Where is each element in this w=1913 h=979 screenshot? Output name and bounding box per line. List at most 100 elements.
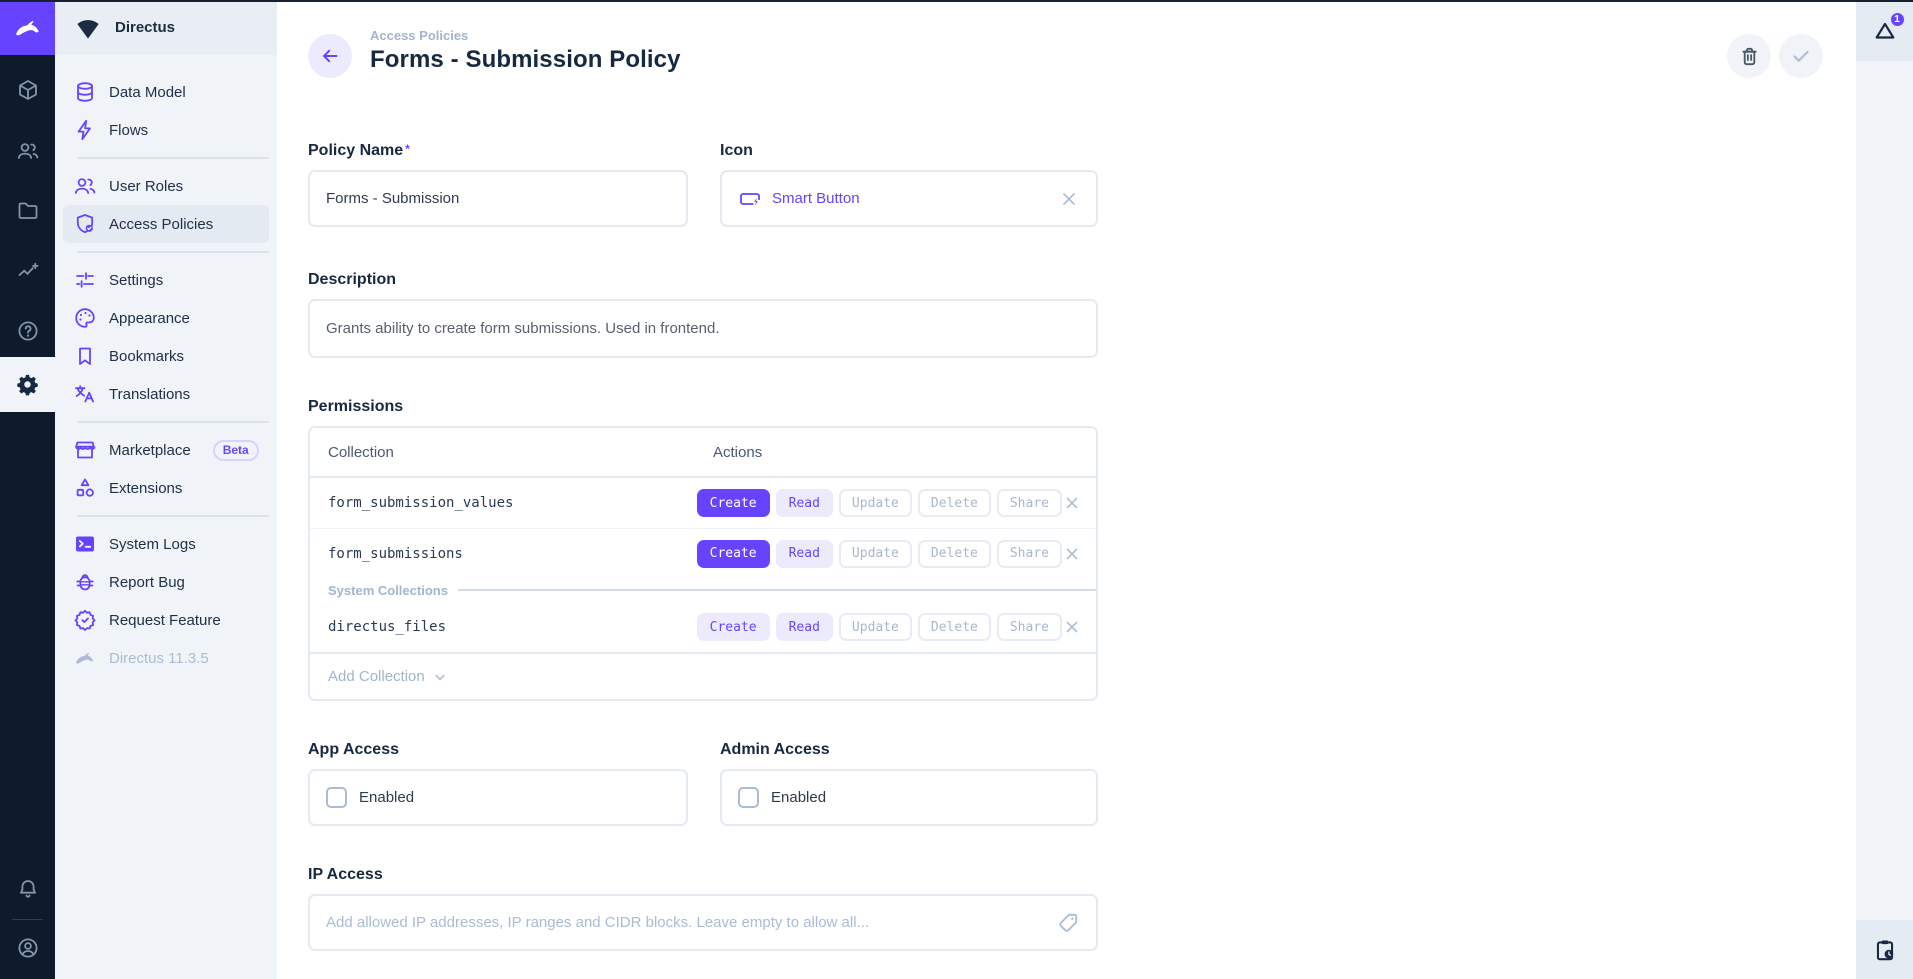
- table-row: form_submissions Create Read Update Dele…: [310, 528, 1096, 578]
- bolt-icon: [73, 118, 97, 142]
- module-account[interactable]: [0, 926, 55, 970]
- chip-share[interactable]: Share: [997, 613, 1062, 641]
- app-access-checkbox[interactable]: [326, 787, 347, 808]
- nav-item-label: Report Bug: [109, 574, 185, 591]
- window-top-edge: [0, 0, 1913, 2]
- chip-create[interactable]: Create: [697, 489, 770, 517]
- chip-update[interactable]: Update: [839, 540, 912, 568]
- chip-share[interactable]: Share: [997, 489, 1062, 517]
- nav-sidebar: Directus Data Model Flows User Roles Acc…: [55, 0, 277, 979]
- chevron-down-icon: [431, 668, 449, 686]
- nav-item-request-feature[interactable]: Request Feature: [63, 601, 269, 639]
- save-button[interactable]: [1779, 34, 1823, 78]
- breadcrumb[interactable]: Access Policies: [370, 28, 681, 43]
- nav-item-marketplace[interactable]: Marketplace Beta: [63, 431, 269, 469]
- chip-delete[interactable]: Delete: [918, 489, 991, 517]
- main-content: Access Policies Forms - Submission Polic…: [277, 0, 1913, 979]
- back-button[interactable]: [308, 34, 352, 78]
- chip-create[interactable]: Create: [697, 613, 770, 641]
- nav-item-extensions[interactable]: Extensions: [63, 469, 269, 507]
- nav-item-flows[interactable]: Flows: [63, 111, 269, 149]
- collection-name: form_submissions: [310, 546, 697, 562]
- nav-item-label: System Logs: [109, 536, 196, 553]
- policy-name-input[interactable]: [326, 190, 670, 207]
- notifications-drawer-button[interactable]: 1: [1856, 0, 1913, 61]
- delete-button[interactable]: [1727, 34, 1771, 78]
- action-chips: Create Read Update Delete Share: [697, 540, 1062, 568]
- nav-divider: [77, 515, 269, 517]
- chip-read[interactable]: Read: [776, 489, 833, 517]
- chip-delete[interactable]: Delete: [918, 540, 991, 568]
- settings-gear-icon: [15, 372, 40, 397]
- policy-name-label: Policy Name*: [308, 142, 688, 160]
- nav-item-label: Bookmarks: [109, 348, 184, 365]
- system-collections-divider: System Collections: [310, 578, 1096, 602]
- ip-access-input[interactable]: [326, 914, 1044, 931]
- ip-access-field: IP Access: [308, 866, 1098, 951]
- chip-create[interactable]: Create: [697, 540, 770, 568]
- collection-name: directus_files: [310, 619, 697, 635]
- activity-sidebar-button[interactable]: [1856, 920, 1913, 979]
- nav-item-system-logs[interactable]: System Logs: [63, 525, 269, 563]
- app-access-field: App Access Enabled: [308, 741, 688, 826]
- project-chooser[interactable]: Directus: [55, 0, 277, 55]
- nav-item-user-roles[interactable]: User Roles: [63, 167, 269, 205]
- extensions-icon: [73, 476, 97, 500]
- chip-share[interactable]: Share: [997, 540, 1062, 568]
- remove-row-icon[interactable]: [1062, 617, 1082, 637]
- nav-item-label: Appearance: [109, 310, 190, 327]
- table-row: form_submission_values Create Read Updat…: [310, 478, 1096, 528]
- right-sidebar: 1: [1856, 0, 1913, 979]
- header-actions: [1727, 34, 1823, 78]
- chip-read[interactable]: Read: [776, 540, 833, 568]
- app-access-toggle[interactable]: Enabled: [308, 769, 688, 826]
- nav-item-settings[interactable]: Settings: [63, 261, 269, 299]
- nav-item-label: Extensions: [109, 480, 182, 497]
- module-help[interactable]: [0, 309, 55, 353]
- admin-access-checkbox[interactable]: [738, 787, 759, 808]
- module-settings-active[interactable]: [0, 357, 55, 412]
- smart-button-icon: [738, 187, 762, 211]
- chip-update[interactable]: Update: [839, 613, 912, 641]
- notification-count-badge: 1: [1889, 11, 1906, 28]
- icon-clear-icon[interactable]: [1058, 188, 1080, 210]
- module-bar: [0, 0, 55, 979]
- divider-line: [458, 589, 1096, 591]
- add-collection-label: Add Collection: [328, 668, 425, 685]
- clipboard-clock-icon: [1872, 937, 1898, 963]
- nav-item-appearance[interactable]: Appearance: [63, 299, 269, 337]
- remove-row-icon[interactable]: [1062, 544, 1082, 564]
- tag-icon[interactable]: [1056, 911, 1080, 935]
- directus-logo-button[interactable]: [0, 0, 55, 55]
- chip-read[interactable]: Read: [776, 613, 833, 641]
- admin-access-toggle[interactable]: Enabled: [720, 769, 1098, 826]
- tune-icon: [73, 268, 97, 292]
- chip-delete[interactable]: Delete: [918, 613, 991, 641]
- nav-item-translations[interactable]: Translations: [63, 375, 269, 413]
- nav-item-label: Translations: [109, 386, 190, 403]
- bug-icon: [73, 570, 97, 594]
- module-users[interactable]: [0, 129, 55, 173]
- admin-access-field: Admin Access Enabled: [720, 741, 1098, 826]
- admin-access-label: Admin Access: [720, 741, 1098, 759]
- add-collection-button[interactable]: Add Collection: [310, 652, 1096, 699]
- module-notifications[interactable]: [0, 867, 55, 911]
- bell-icon: [16, 877, 40, 901]
- chip-update[interactable]: Update: [839, 489, 912, 517]
- module-insights[interactable]: [0, 249, 55, 293]
- icon-field: Icon Smart Button: [720, 142, 1098, 227]
- nav-item-access-policies[interactable]: Access Policies: [63, 205, 269, 243]
- remove-row-icon[interactable]: [1062, 493, 1082, 513]
- description-input[interactable]: Grants ability to create form submission…: [308, 299, 1098, 358]
- module-files[interactable]: [0, 189, 55, 233]
- nav-item-label: Access Policies: [109, 216, 213, 233]
- module-content[interactable]: [0, 68, 55, 112]
- icon-select[interactable]: Smart Button: [720, 170, 1098, 227]
- permissions-section: Permissions Collection Actions form_subm…: [308, 398, 1098, 701]
- rabbit-logo-icon: [12, 12, 44, 44]
- nav-item-data-model[interactable]: Data Model: [63, 73, 269, 111]
- nav-item-label: Data Model: [109, 84, 186, 101]
- nav-item-report-bug[interactable]: Report Bug: [63, 563, 269, 601]
- nav-item-bookmarks[interactable]: Bookmarks: [63, 337, 269, 375]
- nav-divider: [77, 421, 269, 423]
